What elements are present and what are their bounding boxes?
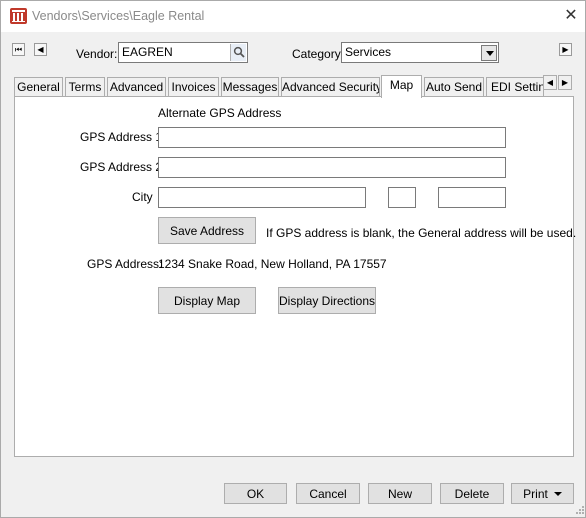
vendor-label: Vendor: bbox=[76, 47, 118, 61]
map-tab-panel bbox=[14, 96, 574, 457]
category-select[interactable]: Services bbox=[341, 42, 499, 63]
print-label: Print bbox=[523, 486, 548, 501]
ok-button[interactable]: OK bbox=[224, 483, 287, 504]
tab-invoices[interactable]: Invoices bbox=[168, 77, 219, 97]
gps-address-value: 1234 Snake Road, New Holland, PA 17557 bbox=[158, 257, 387, 271]
tab-advanced[interactable]: Advanced bbox=[107, 77, 166, 97]
vendor-value: EAGREN bbox=[122, 45, 173, 59]
chevron-down-icon[interactable] bbox=[481, 45, 497, 61]
state-field[interactable] bbox=[388, 187, 416, 208]
section-title: Alternate GPS Address bbox=[158, 106, 282, 120]
tab-advanced-security[interactable]: Advanced Security bbox=[281, 77, 380, 97]
title-bar: Vendors\Services\Eagle Rental ✕ bbox=[1, 1, 585, 32]
tab-map[interactable]: Map bbox=[381, 75, 422, 98]
print-button[interactable]: Print bbox=[511, 483, 574, 504]
gps-address-2-field[interactable] bbox=[158, 157, 506, 178]
zip-field[interactable] bbox=[438, 187, 506, 208]
gps-address-label: GPS Address: bbox=[87, 257, 163, 271]
gps-address-2-label: GPS Address 2 bbox=[80, 160, 163, 174]
display-directions-button[interactable]: Display Directions bbox=[278, 287, 376, 314]
cancel-button[interactable]: Cancel bbox=[296, 483, 360, 504]
first-record-icon: ⏮ bbox=[14, 44, 23, 54]
previous-record-icon: ◀ bbox=[37, 44, 44, 54]
app-logo-icon bbox=[10, 8, 27, 24]
tab-terms[interactable]: Terms bbox=[65, 77, 105, 97]
vendor-field[interactable]: EAGREN bbox=[118, 42, 248, 63]
gps-address-1-field[interactable] bbox=[158, 127, 506, 148]
tab-scroll-left-icon[interactable]: ◀ bbox=[543, 75, 557, 90]
next-record-icon: ▶ bbox=[562, 44, 569, 54]
vendor-lookup-button[interactable] bbox=[230, 44, 246, 61]
tab-auto-send[interactable]: Auto Send bbox=[424, 77, 484, 97]
first-record-button[interactable]: ⏮ bbox=[12, 43, 25, 56]
city-field[interactable] bbox=[158, 187, 366, 208]
delete-button[interactable]: Delete bbox=[440, 483, 504, 504]
category-label: Category: bbox=[292, 47, 345, 61]
city-label: City bbox=[132, 190, 153, 204]
tab-strip: General Terms Advanced Invoices Messages… bbox=[14, 75, 574, 98]
new-button[interactable]: New bbox=[368, 483, 432, 504]
next-record-button[interactable]: ▶ bbox=[559, 43, 572, 56]
tab-messages[interactable]: Messages bbox=[221, 77, 279, 97]
tab-general[interactable]: General bbox=[14, 77, 63, 97]
tab-scroll-right-icon[interactable]: ▶ bbox=[558, 75, 572, 90]
gps-address-1-label: GPS Address 1 bbox=[80, 130, 163, 144]
save-note: If GPS address is blank, the General add… bbox=[266, 226, 577, 240]
display-map-button[interactable]: Display Map bbox=[158, 287, 256, 314]
close-icon[interactable]: ✕ bbox=[561, 6, 581, 26]
previous-record-button[interactable]: ◀ bbox=[34, 43, 47, 56]
tab-edi-settings[interactable]: EDI Settings bbox=[486, 77, 544, 97]
category-value: Services bbox=[345, 45, 392, 59]
vendor-window: Vendors\Services\Eagle Rental ✕ ⏮ ◀ ▶ Ve… bbox=[0, 0, 586, 518]
resize-grip-icon[interactable] bbox=[573, 505, 585, 517]
window-title: Vendors\Services\Eagle Rental bbox=[32, 9, 205, 23]
chevron-down-icon bbox=[553, 491, 562, 496]
search-icon bbox=[233, 46, 245, 58]
save-address-button[interactable]: Save Address bbox=[158, 217, 256, 244]
